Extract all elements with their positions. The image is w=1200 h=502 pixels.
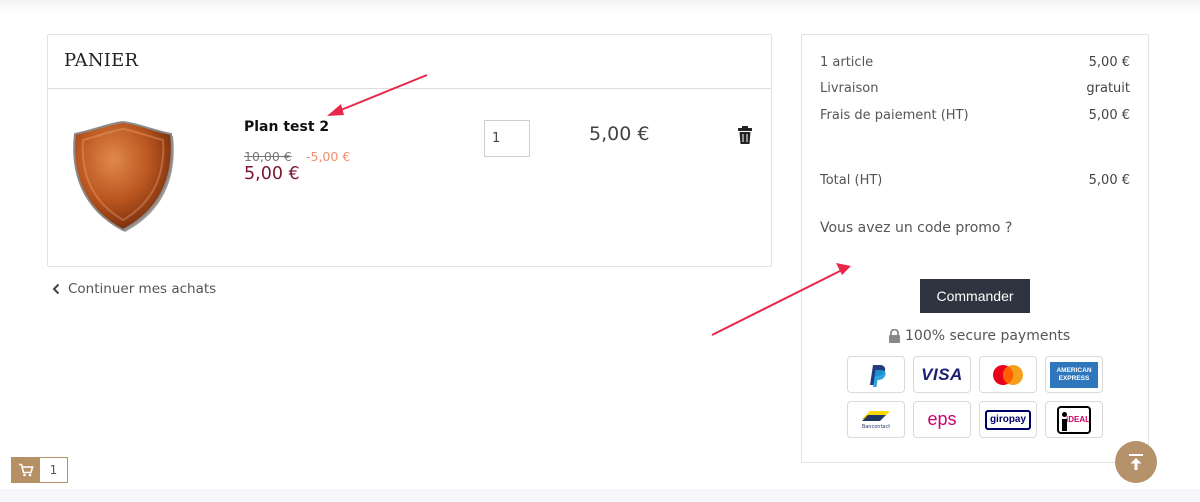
summary-row-payment-fee: Frais de paiement (HT) 5,00 €	[820, 108, 1130, 123]
summary-label: Livraison	[820, 81, 879, 96]
chevron-left-icon	[52, 283, 60, 295]
lock-icon	[889, 329, 900, 343]
paypal-icon	[847, 356, 905, 393]
mini-cart-count: 1	[40, 458, 67, 482]
summary-row-shipping: Livraison gratuit	[820, 81, 1130, 96]
cart-icon	[12, 458, 40, 482]
eps-icon: eps	[913, 401, 971, 438]
cart-title: PANIER	[64, 50, 139, 71]
summary-row-total: Total (HT) 5,00 €	[820, 173, 1130, 188]
ideal-bar	[1062, 418, 1067, 431]
order-button[interactable]: Commander	[920, 279, 1030, 313]
footer-strip	[0, 489, 1200, 502]
summary-label: 1 article	[820, 55, 874, 70]
summary-label: Total (HT)	[820, 173, 883, 188]
shield-icon[interactable]	[65, 120, 181, 232]
secure-payments-note: 100% secure payments	[888, 328, 1070, 344]
ideal-icon: iDEAL	[1045, 401, 1103, 438]
summary-label: Frais de paiement (HT)	[820, 108, 969, 123]
arrow-up-icon	[1129, 454, 1143, 470]
back-to-top-button[interactable]	[1115, 441, 1157, 483]
mini-cart-widget[interactable]: 1	[11, 457, 68, 483]
product-name[interactable]: Plan test 2	[244, 119, 329, 135]
discount-amount: -5,00 €	[306, 149, 351, 164]
cart-header: PANIER	[48, 35, 771, 89]
trash-icon[interactable]	[737, 125, 753, 145]
summary-value: 5,00 €	[1088, 55, 1130, 70]
bancontact-icon: Bancontact	[847, 401, 905, 438]
summary-value: 5,00 €	[1088, 173, 1130, 188]
giropay-icon: giropay	[979, 401, 1037, 438]
unit-price: 5,00 €	[244, 164, 300, 184]
payment-methods: VISA AMERICAN EXPRESS Bancontact eps gir…	[847, 356, 1103, 438]
cart-panel: PANIER Plan test 2 10,00 € -5,00 € 5,00 …	[47, 34, 772, 267]
order-summary-panel: 1 article 5,00 € Livraison gratuit Frais…	[801, 34, 1149, 463]
visa-icon: VISA	[913, 356, 971, 393]
amex-icon: AMERICAN EXPRESS	[1045, 356, 1103, 393]
summary-value: gratuit	[1086, 81, 1130, 96]
continue-shopping-link[interactable]: Continuer mes achats	[52, 281, 216, 297]
secure-payments-label: 100% secure payments	[905, 328, 1071, 344]
quantity-input[interactable]	[484, 120, 530, 157]
continue-shopping-label: Continuer mes achats	[68, 281, 217, 297]
summary-row-items: 1 article 5,00 €	[820, 55, 1130, 70]
promo-code-link[interactable]: Vous avez un code promo ?	[820, 220, 1012, 236]
old-price: 10,00 €	[244, 149, 292, 164]
top-shadow	[0, 0, 1200, 14]
summary-value: 5,00 €	[1088, 108, 1130, 123]
line-total: 5,00 €	[589, 123, 650, 145]
mastercard-icon	[979, 356, 1037, 393]
ideal-dot	[1062, 411, 1067, 417]
